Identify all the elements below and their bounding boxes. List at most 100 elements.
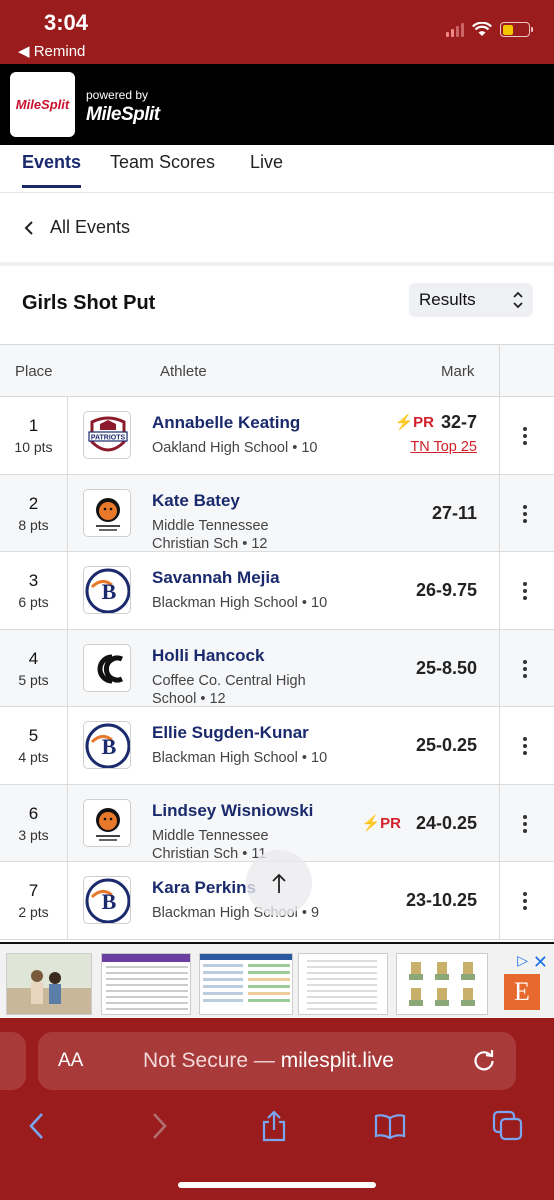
mark-value: 32-7 [440, 412, 477, 432]
ad-image-trophies[interactable] [396, 953, 488, 1015]
row-separator [499, 629, 500, 706]
place-cell: 7 2 pts [0, 862, 68, 939]
place-cell: 4 5 pts [0, 629, 68, 706]
header-place: Place [15, 363, 53, 380]
table-header: Place Athlete Mark [0, 345, 554, 397]
tabs-icon[interactable] [492, 1110, 524, 1142]
results-view-select[interactable]: Results [409, 283, 533, 317]
table-row[interactable]: 4 5 pts Holli Hancock Coffee Co. Central… [0, 629, 554, 707]
athlete-name[interactable]: Ellie Sugden-Kunar [152, 723, 309, 743]
more-options-icon[interactable] [522, 659, 528, 678]
blackman-logo: B [83, 876, 131, 924]
athlete-school: Middle Tennessee Christian Sch • 12 [152, 517, 269, 552]
place-cell: 1 10 pts [0, 397, 68, 474]
cross-country-logo [83, 488, 131, 537]
blackman-logo: B [83, 721, 131, 769]
powered-by-brand: MileSplit [86, 104, 160, 125]
back-arrow-icon[interactable] [22, 1110, 54, 1142]
address-bar[interactable]: AA Not Secure — milesplit.live [38, 1032, 516, 1090]
tab-bar: Events Team Scores Live [0, 145, 554, 193]
mark-value: 23-10.25 [405, 890, 477, 910]
ad-image-table[interactable] [101, 953, 191, 1015]
table-row[interactable]: 3 6 pts B Savannah Mejia Blackman High S… [0, 552, 554, 630]
place-points: 3 pts [18, 826, 49, 843]
ad-image-spreadsheet[interactable] [199, 953, 293, 1015]
ad-image-photo[interactable] [6, 953, 92, 1015]
tab-events[interactable]: Events [22, 152, 82, 188]
more-options-icon[interactable] [522, 504, 528, 523]
athlete-school: Blackman High School • 9 [152, 905, 320, 921]
logo-text: MileSplit [15, 97, 70, 112]
battery-icon [500, 22, 533, 37]
tab-live[interactable]: Live [250, 152, 283, 185]
athlete-school: Blackman High School • 10 [152, 750, 328, 766]
all-events-label: All Events [50, 217, 131, 237]
forward-arrow-icon[interactable] [142, 1110, 174, 1142]
browser-chrome: AA Not Secure — milesplit.live [0, 1018, 554, 1200]
athlete-name[interactable]: Annabelle Keating [152, 413, 300, 433]
place-cell: 2 8 pts [0, 474, 68, 551]
scroll-to-top-button[interactable] [246, 850, 312, 916]
chevron-left-icon [24, 221, 33, 235]
ad-banner[interactable]: ▷ ✕ E [0, 942, 554, 1018]
more-options-icon[interactable] [522, 814, 528, 833]
tab-team-scores[interactable]: Team Scores [110, 152, 215, 185]
previous-tab-bar[interactable] [0, 1032, 26, 1090]
section-divider [0, 262, 554, 266]
athlete-name[interactable]: Lindsey Wisniowski [152, 801, 313, 821]
table-row[interactable]: 5 4 pts B Ellie Sugden-Kunar Blackman Hi… [0, 707, 554, 785]
athlete-name[interactable]: Kara Perkins [152, 878, 256, 898]
more-options-icon[interactable] [522, 582, 528, 600]
more-options-icon[interactable] [522, 892, 528, 910]
powered-by-text: powered by [86, 88, 149, 102]
event-title: Girls Shot Put [22, 292, 156, 314]
ad-close-icon[interactable]: ✕ [533, 952, 548, 973]
row-separator [499, 707, 500, 784]
table-row[interactable]: 1 10 pts PATRIOTS Annabelle Keating Oakl… [0, 397, 554, 475]
athlete-name[interactable]: Kate Batey [152, 491, 240, 511]
more-options-icon[interactable] [522, 737, 528, 755]
blackman-logo: B [83, 566, 131, 614]
url-text[interactable]: Not Secure — milesplit.live [143, 1049, 394, 1073]
place-cell: 5 4 pts [0, 707, 68, 784]
home-indicator[interactable] [178, 1182, 376, 1188]
place-number: 3 [28, 571, 39, 590]
aa-label: AA [58, 1050, 84, 1071]
cross-country-logo [83, 798, 131, 847]
table-row[interactable]: 2 8 pts Kate Batey Middle Tennessee Chri… [0, 474, 554, 552]
status-time: 3:04 [44, 10, 89, 35]
row-separator [499, 474, 500, 551]
share-icon[interactable] [258, 1110, 290, 1142]
place-number: 5 [28, 726, 39, 745]
tn-top-25-link[interactable]: TN Top 25 [410, 439, 477, 455]
back-to-app-link[interactable]: ◀ Remind [18, 42, 85, 60]
row-separator [499, 397, 500, 474]
milesplit-logo[interactable]: MileSplit [10, 72, 75, 137]
place-points: 10 pts [14, 439, 53, 455]
more-options-icon[interactable] [522, 427, 528, 445]
athlete-name[interactable]: Holli Hancock [152, 646, 264, 666]
header-athlete: Athlete [160, 363, 207, 380]
athlete-name[interactable]: Savannah Mejia [152, 568, 280, 588]
cc-logo [83, 643, 131, 692]
reader-options-button[interactable]: AA [58, 1050, 83, 1072]
app-header: MileSplit powered by MileSplit [0, 64, 554, 145]
mark-value: 26-9.75 [415, 580, 477, 600]
ad-brand-logo[interactable]: E [504, 974, 540, 1010]
wifi-icon [472, 22, 492, 36]
reload-icon[interactable] [470, 1046, 498, 1074]
row-separator [499, 552, 500, 629]
athlete-school: Oakland High School • 10 [152, 440, 318, 456]
url-domain: milesplit.live [280, 1049, 394, 1072]
place-points: 4 pts [18, 749, 49, 765]
ad-image-list[interactable] [298, 953, 388, 1015]
place-number: 6 [28, 803, 39, 823]
pr-badge: ⚡PR [361, 814, 401, 832]
place-points: 5 pts [18, 671, 49, 688]
place-number: 1 [28, 416, 39, 435]
all-events-link[interactable]: All Events [0, 194, 554, 262]
ad-choices-icon[interactable]: ▷ [517, 952, 528, 969]
bookmarks-icon[interactable] [374, 1110, 406, 1142]
patriots-logo: PATRIOTS [83, 411, 131, 459]
place-cell: 3 6 pts [0, 552, 68, 629]
